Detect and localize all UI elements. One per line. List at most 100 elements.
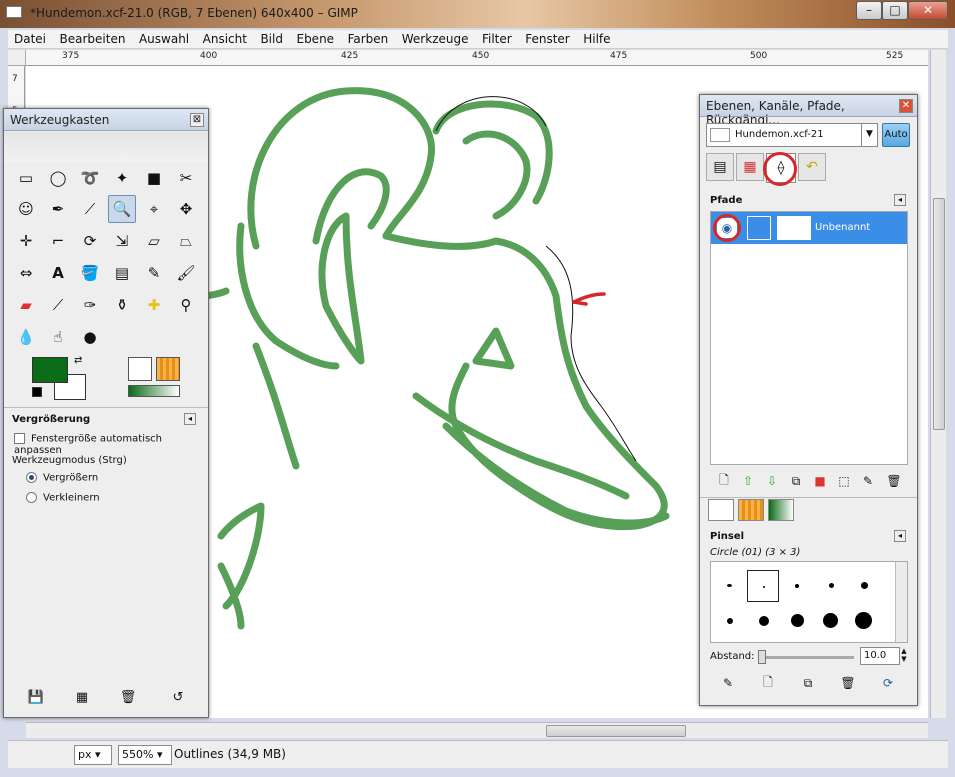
default-colors-icon[interactable] xyxy=(32,387,42,397)
brush-item[interactable] xyxy=(759,616,769,626)
wilber-drop-area[interactable] xyxy=(4,132,208,162)
path-lock-box[interactable] xyxy=(747,216,771,240)
foreground-color-swatch[interactable] xyxy=(32,357,68,383)
perspective-icon[interactable]: ⏢ xyxy=(172,227,200,255)
refresh-brushes-icon[interactable]: ⟳ xyxy=(874,669,902,697)
horizontal-scroll-thumb[interactable] xyxy=(546,725,686,737)
edit-brush-icon[interactable]: ✎ xyxy=(714,669,742,697)
perspective-clone-icon[interactable]: ⚲ xyxy=(172,291,200,319)
list-item[interactable]: ◉ Unbenannt xyxy=(711,212,907,244)
menu-datei[interactable]: Datei xyxy=(8,30,50,46)
measure-icon[interactable]: ⌖ xyxy=(140,195,168,223)
spacing-slider-handle[interactable] xyxy=(758,650,766,664)
text-tool-icon[interactable]: A xyxy=(44,259,72,287)
menu-werkzeuge[interactable]: Werkzeuge xyxy=(396,30,473,46)
auto-resize-option[interactable]: Fenstergröße automatisch anpassen xyxy=(14,433,208,456)
paintbrush-icon[interactable]: 🖌 xyxy=(172,259,200,287)
airbrush-icon[interactable]: ⟋ xyxy=(44,291,72,319)
brush-item[interactable] xyxy=(823,613,838,628)
menu-fenster[interactable]: Fenster xyxy=(519,30,574,46)
scissors-icon[interactable]: ✂ xyxy=(172,164,200,192)
flip-icon[interactable]: ⇔ xyxy=(12,259,40,287)
bucket-fill-icon[interactable]: 🪣 xyxy=(76,259,104,287)
menu-bearbeiten[interactable]: Bearbeiten xyxy=(54,30,130,46)
color-select-icon[interactable]: ■ xyxy=(140,164,168,192)
scale-icon[interactable]: ⇲ xyxy=(108,227,136,255)
brush-item[interactable] xyxy=(855,612,872,629)
tab-patterns[interactable] xyxy=(738,499,764,521)
toolbox-close-button[interactable]: ⊠ xyxy=(190,113,204,127)
unit-select[interactable]: px ▾ xyxy=(74,745,112,765)
selected-brush[interactable] xyxy=(747,570,779,602)
paths-list[interactable]: ◉ Unbenannt xyxy=(710,211,908,465)
heal-icon[interactable]: ✚ xyxy=(140,291,168,319)
tab-undo-history[interactable]: ↶ xyxy=(798,153,826,181)
auto-button[interactable]: Auto xyxy=(882,123,910,147)
ink-icon[interactable]: ✑ xyxy=(76,291,104,319)
zoom-tool-icon[interactable]: 🔍 xyxy=(108,195,136,223)
pencil-icon[interactable]: ✎ xyxy=(140,259,168,287)
stroke-path-icon[interactable]: ✎ xyxy=(854,467,882,495)
brush-item[interactable] xyxy=(861,582,868,589)
magic-wand-icon[interactable]: ✦ xyxy=(108,164,136,192)
foreground-select-icon[interactable]: ☺ xyxy=(12,195,40,223)
tab-gradients[interactable] xyxy=(768,499,794,521)
spacing-stepper[interactable]: ▲ ▼ xyxy=(900,647,908,665)
blur-icon[interactable]: 💧 xyxy=(12,323,40,351)
chevron-down-icon[interactable]: ▼ xyxy=(861,124,877,146)
ruler-corner[interactable] xyxy=(8,50,26,66)
dodge-burn-icon[interactable]: ● xyxy=(76,323,104,351)
tab-channels[interactable]: ▦ xyxy=(736,153,764,181)
vertical-scrollbar[interactable] xyxy=(930,50,946,718)
tool-options-menu-icon[interactable]: ◂ xyxy=(184,413,196,425)
eraser-icon[interactable]: ▰ xyxy=(12,291,40,319)
reset-options-icon[interactable]: ↺ xyxy=(164,683,192,711)
ellipse-select-icon[interactable]: ◯ xyxy=(44,164,72,192)
color-picker-icon[interactable]: ⟋ xyxy=(76,195,104,223)
path-name[interactable]: Unbenannt xyxy=(815,222,870,233)
brush-menu-icon[interactable]: ◂ xyxy=(894,530,906,542)
align-icon[interactable]: ✛ xyxy=(12,227,40,255)
menu-ebene[interactable]: Ebene xyxy=(290,30,338,46)
pattern-preview[interactable] xyxy=(156,357,180,381)
menu-ansicht[interactable]: Ansicht xyxy=(197,30,251,46)
brush-grid[interactable] xyxy=(710,561,908,643)
brush-scrollbar[interactable] xyxy=(895,562,907,642)
zoom-out-option[interactable]: Verkleinern xyxy=(26,492,100,504)
menu-filter[interactable]: Filter xyxy=(476,30,516,46)
image-select[interactable]: Hundemon.xcf-21 ▼ xyxy=(706,123,878,147)
zoom-select[interactable]: 550% ▾ xyxy=(118,745,172,765)
shear-icon[interactable]: ▱ xyxy=(140,227,168,255)
brush-item[interactable] xyxy=(829,583,834,588)
menu-hilfe[interactable]: Hilfe xyxy=(577,30,614,46)
zoom-out-radio[interactable] xyxy=(26,492,37,503)
menu-auswahl[interactable]: Auswahl xyxy=(133,30,193,46)
clone-icon[interactable]: ⚱ xyxy=(108,291,136,319)
delete-options-icon[interactable]: 🗑 xyxy=(114,683,142,711)
brush-item[interactable] xyxy=(791,614,804,627)
brush-item[interactable] xyxy=(795,584,799,588)
blend-icon[interactable]: ▤ xyxy=(108,259,136,287)
menu-farben[interactable]: Farben xyxy=(342,30,393,46)
menu-bild[interactable]: Bild xyxy=(254,30,287,46)
delete-brush-icon[interactable]: 🗑 xyxy=(834,669,862,697)
brush-item[interactable] xyxy=(727,584,732,587)
zoom-in-option[interactable]: Vergrößern xyxy=(26,472,98,484)
close-button[interactable]: ✕ xyxy=(908,1,948,20)
tab-brushes[interactable] xyxy=(708,499,734,521)
spacing-slider[interactable] xyxy=(758,650,854,664)
vertical-scroll-thumb[interactable] xyxy=(933,198,945,430)
smudge-icon[interactable]: ☝ xyxy=(44,323,72,351)
horizontal-ruler[interactable]: 375 400 425 450 475 500 525 xyxy=(26,50,928,66)
crop-icon[interactable]: ⌐ xyxy=(44,227,72,255)
rotate-icon[interactable]: ⟳ xyxy=(76,227,104,255)
rect-select-icon[interactable]: ▭ xyxy=(12,164,40,192)
brush-item[interactable] xyxy=(727,618,733,624)
paths-tool-icon[interactable]: ✒ xyxy=(44,195,72,223)
move-icon[interactable]: ✥ xyxy=(172,195,200,223)
auto-resize-checkbox[interactable] xyxy=(14,433,25,444)
gradient-preview[interactable] xyxy=(128,385,180,397)
save-options-icon[interactable]: 💾 xyxy=(22,683,50,711)
new-brush-icon[interactable]: 🗋 xyxy=(754,669,782,697)
paths-menu-icon[interactable]: ◂ xyxy=(894,194,906,206)
